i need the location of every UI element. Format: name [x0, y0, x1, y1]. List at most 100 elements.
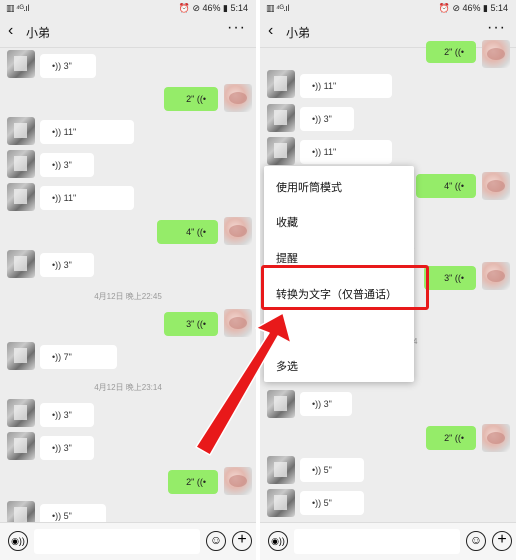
- voice-duration: 3": [63, 160, 72, 170]
- status-bar: ▥ ⁴ᴳ.ıl ⏰ ⊘ 46% ▮ 5:14: [0, 0, 256, 16]
- voice-duration: 11": [323, 81, 337, 91]
- friend-avatar[interactable]: [7, 183, 35, 211]
- voice-duration: 4": [444, 181, 453, 191]
- voice-message-out[interactable]: 4" ((•: [157, 220, 218, 244]
- plus-icon[interactable]: +: [232, 531, 252, 551]
- menu-item-earpiece-mode[interactable]: 使用听筒模式: [276, 179, 342, 195]
- voice-duration: 5": [323, 465, 332, 475]
- plus-icon[interactable]: +: [492, 531, 512, 551]
- my-avatar[interactable]: [482, 262, 510, 290]
- voice-message-in[interactable]: •)) 3": [40, 436, 94, 460]
- voice-message-in[interactable]: •)) 3": [40, 403, 94, 427]
- friend-avatar[interactable]: [7, 432, 35, 460]
- input-bar: ◉)) ☺ +: [0, 522, 256, 560]
- voice-duration: 3": [63, 61, 72, 71]
- friend-avatar[interactable]: [7, 250, 35, 278]
- friend-avatar[interactable]: [267, 456, 295, 484]
- voice-wave-icon: ((•: [196, 319, 206, 329]
- friend-avatar[interactable]: [7, 50, 35, 78]
- voice-duration: 4": [186, 227, 195, 237]
- voice-message-out[interactable]: 2" ((•: [164, 87, 218, 111]
- chat-title: 小弟: [286, 26, 311, 40]
- voice-message-in[interactable]: •)) 7": [40, 345, 117, 369]
- emoji-icon[interactable]: ☺: [466, 531, 486, 551]
- voice-duration: 2": [186, 477, 195, 487]
- voice-wave-icon: •)): [52, 260, 62, 270]
- message-input[interactable]: [34, 529, 200, 554]
- voice-message-in[interactable]: •)) 3": [40, 54, 96, 78]
- menu-item-multi-select[interactable]: 多选: [276, 358, 298, 374]
- voice-message-out[interactable]: 2" ((•: [168, 470, 218, 494]
- my-avatar[interactable]: [482, 172, 510, 200]
- voice-input-icon[interactable]: ◉)): [268, 531, 288, 551]
- voice-message-out[interactable]: 3" ((•: [164, 312, 218, 336]
- voice-message-in[interactable]: •)) 3": [300, 392, 352, 416]
- chat-panel-right: ▥ ⁴ᴳ.ıl ⏰ ⊘ 46% ▮ 5:14 ‹ 小弟 ··· 2" ((• •…: [260, 0, 516, 560]
- voice-wave-icon: •)): [52, 511, 62, 521]
- emoji-icon[interactable]: ☺: [206, 531, 226, 551]
- voice-duration: 3": [186, 319, 195, 329]
- menu-item-remind[interactable]: 提醒: [276, 250, 298, 266]
- voice-duration: 11": [63, 193, 77, 203]
- voice-duration: 3": [63, 443, 72, 453]
- voice-wave-icon: •)): [312, 81, 322, 91]
- friend-avatar[interactable]: [7, 399, 35, 427]
- back-icon[interactable]: ‹: [8, 23, 13, 39]
- my-avatar[interactable]: [482, 424, 510, 452]
- voice-wave-icon: ((•: [454, 273, 464, 283]
- voice-message-out[interactable]: 2" ((•: [426, 41, 476, 63]
- friend-avatar[interactable]: [267, 489, 295, 517]
- voice-message-in[interactable]: •)) 11": [300, 140, 392, 164]
- my-avatar[interactable]: [224, 84, 252, 112]
- voice-wave-icon: •)): [52, 160, 62, 170]
- voice-wave-icon: •)): [312, 465, 322, 475]
- voice-input-icon[interactable]: ◉)): [8, 531, 28, 551]
- voice-wave-icon: ((•: [454, 181, 464, 191]
- voice-message-in[interactable]: •)) 11": [40, 186, 134, 210]
- voice-message-out[interactable]: 4" ((•: [416, 174, 476, 198]
- menu-item-partial[interactable]: 除: [276, 321, 286, 336]
- voice-wave-icon: •)): [52, 127, 62, 137]
- voice-message-in[interactable]: •)) 5": [300, 458, 364, 482]
- voice-message-in[interactable]: •)) 5": [300, 491, 364, 515]
- voice-message-in[interactable]: •)) 3": [300, 107, 354, 131]
- voice-message-out[interactable]: 2" ((•: [426, 426, 476, 450]
- voice-message-in[interactable]: •)) 3": [40, 253, 94, 277]
- my-avatar[interactable]: [224, 467, 252, 495]
- voice-message-in[interactable]: •)) 3": [40, 153, 94, 177]
- menu-item-favorite[interactable]: 收藏: [276, 214, 298, 230]
- chat-title: 小弟: [26, 26, 51, 40]
- voice-wave-icon: ((•: [196, 227, 206, 237]
- friend-avatar[interactable]: [267, 137, 295, 165]
- my-avatar[interactable]: [224, 217, 252, 245]
- my-avatar[interactable]: [482, 40, 510, 68]
- voice-duration: 11": [63, 127, 77, 137]
- more-icon[interactable]: ···: [227, 19, 246, 37]
- voice-wave-icon: ((•: [196, 477, 206, 487]
- signal-icon: ▥ ⁴ᴳ.ıl: [6, 3, 29, 13]
- voice-duration: 5": [323, 498, 332, 508]
- context-menu: 使用听筒模式 收藏 提醒 转换为文字（仅普通话） 除 多选: [261, 166, 429, 382]
- friend-avatar[interactable]: [267, 70, 295, 98]
- message-input[interactable]: [294, 529, 460, 554]
- voice-wave-icon: ((•: [196, 94, 206, 104]
- voice-message-in[interactable]: •)) 11": [300, 74, 392, 98]
- my-avatar[interactable]: [224, 309, 252, 337]
- voice-wave-icon: ((•: [454, 433, 464, 443]
- voice-duration: 2": [444, 433, 453, 443]
- voice-message-in[interactable]: •)) 11": [40, 120, 134, 144]
- voice-wave-icon: •)): [312, 114, 322, 124]
- voice-message-out[interactable]: 3" ((•: [424, 266, 476, 290]
- voice-duration: 2": [186, 94, 195, 104]
- voice-duration: 3": [63, 410, 72, 420]
- friend-avatar[interactable]: [267, 390, 295, 418]
- more-icon[interactable]: ···: [487, 19, 506, 37]
- voice-wave-icon: •)): [52, 352, 62, 362]
- friend-avatar[interactable]: [7, 117, 35, 145]
- voice-duration: 7": [63, 352, 72, 362]
- back-icon[interactable]: ‹: [268, 23, 273, 39]
- friend-avatar[interactable]: [7, 342, 35, 370]
- friend-avatar[interactable]: [267, 104, 295, 132]
- friend-avatar[interactable]: [7, 150, 35, 178]
- voice-wave-icon: ((•: [454, 47, 464, 57]
